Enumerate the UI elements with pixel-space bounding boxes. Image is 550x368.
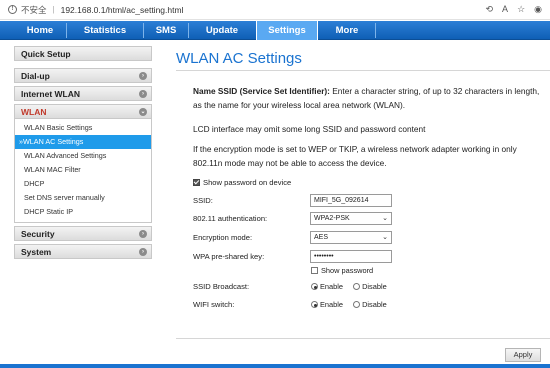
- auth-select[interactable]: WPA2-PSK ⌄: [310, 212, 392, 225]
- radio-unselected-icon: [353, 301, 361, 308]
- ssid-description-heading: Name SSID (Service Set Identifier):: [193, 86, 330, 96]
- chevron-down-icon: ⌄: [382, 215, 388, 222]
- auth-row: 802.11 authentication: WPA2-PSK ⌄: [193, 212, 545, 226]
- sidebar-group-security[interactable]: Security ›: [14, 226, 152, 241]
- tab-divider: [375, 23, 376, 38]
- sidebar-group-internet-wlan[interactable]: Internet WLAN ›: [14, 86, 152, 101]
- wifi-switch-enable[interactable]: Enable: [311, 300, 343, 309]
- sidebar-item-dhcp-static-ip[interactable]: DHCP Static IP: [15, 205, 151, 219]
- checkbox-checked-icon: [193, 179, 200, 186]
- wlan-submenu: WLAN Basic Settings »WLAN AC Settings WL…: [14, 119, 152, 223]
- sidebar-group-dialup[interactable]: Dial-up ›: [14, 68, 152, 83]
- radio-label: Enable: [320, 282, 344, 291]
- security-label: 不安全: [21, 4, 47, 15]
- wifi-switch-disable[interactable]: Disable: [353, 300, 387, 309]
- sidebar-group-label: System: [21, 247, 52, 257]
- encryption-row: Encryption mode: AES ⌄: [193, 231, 545, 245]
- favorite-icon[interactable]: ☆: [517, 4, 525, 15]
- checkbox-label: Show password on device: [203, 178, 292, 187]
- ssid-description: Name SSID (Service Set Identifier): Ente…: [193, 84, 545, 112]
- info-warning-icon: !: [8, 5, 17, 14]
- sidebar-group-label: Internet WLAN: [21, 89, 81, 99]
- chevron-down-icon: ⌄: [382, 234, 388, 241]
- chevron-right-icon: ›: [139, 248, 147, 256]
- security-warning[interactable]: ! 不安全: [8, 4, 47, 16]
- encryption-select[interactable]: AES ⌄: [310, 231, 392, 244]
- radio-selected-icon: [311, 283, 318, 290]
- auth-label: 802.11 authentication:: [193, 214, 268, 223]
- sidebar-group-label: WLAN: [21, 107, 47, 117]
- chevron-down-icon: ⌄: [139, 108, 147, 116]
- auth-selected-value: WPA2-PSK: [314, 215, 350, 222]
- radio-selected-icon: [311, 301, 318, 308]
- show-password-row: Show password: [193, 265, 545, 279]
- ssid-broadcast-label: SSID Broadcast:: [193, 282, 250, 291]
- title-divider: [176, 70, 550, 71]
- sidebar-group-system[interactable]: System ›: [14, 244, 152, 259]
- radio-unselected-icon: [353, 283, 361, 290]
- url-separator: |: [52, 5, 55, 14]
- tab-update[interactable]: Update: [189, 21, 255, 40]
- checkbox-unchecked-icon: [311, 267, 318, 274]
- chevron-right-icon: ›: [139, 72, 147, 80]
- top-navigation: Home Statistics SMS Update Settings More: [0, 21, 550, 40]
- main-content: WLAN AC Settings Name SSID (Service Set …: [165, 40, 550, 368]
- chevron-right-icon: ›: [139, 230, 147, 238]
- read-aloud-icon[interactable]: ⟲: [486, 4, 494, 15]
- bottom-accent-bar: [0, 364, 550, 368]
- sidebar-item-wlan-advanced-settings[interactable]: WLAN Advanced Settings: [15, 149, 151, 163]
- sidebar-group-wlan[interactable]: WLAN ⌄: [14, 104, 152, 119]
- encryption-label: Encryption mode:: [193, 233, 253, 242]
- radio-label: Enable: [320, 300, 344, 309]
- sidebar-item-wlan-mac-filter[interactable]: WLAN MAC Filter: [15, 163, 151, 177]
- browser-address-bar: ! 不安全 | 192.168.0.1/html/ac_setting.html…: [0, 0, 550, 20]
- sidebar-item-quick-setup[interactable]: Quick Setup: [14, 46, 152, 61]
- ssid-broadcast-enable[interactable]: Enable: [311, 282, 343, 291]
- sidebar-group-label: Security: [21, 229, 55, 239]
- tab-sms[interactable]: SMS: [144, 21, 188, 40]
- psk-input[interactable]: ••••••••: [310, 250, 392, 263]
- sidebar: Quick Setup Dial-up › Internet WLAN › WL…: [14, 46, 152, 262]
- ssid-broadcast-row: SSID Broadcast: Enable Disable: [193, 280, 545, 294]
- tab-statistics[interactable]: Statistics: [67, 21, 143, 40]
- ssid-label: SSID:: [193, 196, 213, 205]
- browser-toolbar-icons: ⟲ A ☆ ◉: [486, 4, 543, 15]
- profile-icon[interactable]: ◉: [534, 4, 542, 15]
- sidebar-item-set-dns[interactable]: Set DNS server manually: [15, 191, 151, 205]
- psk-row: WPA pre-shared key: ••••••••: [193, 250, 545, 264]
- radio-label: Disable: [362, 282, 387, 291]
- chevron-right-icon: ›: [139, 90, 147, 98]
- sidebar-item-dhcp[interactable]: DHCP: [15, 177, 151, 191]
- show-password-device-row: Show password on device: [193, 176, 545, 190]
- page-title: WLAN AC Settings: [176, 50, 302, 67]
- url-text[interactable]: 192.168.0.1/html/ac_setting.html: [61, 5, 184, 15]
- tab-settings[interactable]: Settings: [256, 21, 318, 40]
- ssid-row: SSID: MIFI_5G_092614: [193, 194, 545, 208]
- ssid-broadcast-radios: Enable Disable: [311, 282, 395, 291]
- radio-label: Disable: [362, 300, 387, 309]
- sidebar-item-label: WLAN AC Settings: [23, 137, 84, 146]
- footer-divider: [176, 338, 550, 339]
- encryption-warning: If the encryption mode is set to WEP or …: [193, 144, 517, 168]
- lcd-note: LCD interface may omit some long SSID an…: [193, 124, 426, 134]
- wifi-switch-row: WIFI switch: Enable Disable: [193, 298, 545, 312]
- tab-home[interactable]: Home: [14, 21, 66, 40]
- wifi-switch-radios: Enable Disable: [311, 300, 395, 309]
- sidebar-item-wlan-basic-settings[interactable]: WLAN Basic Settings: [15, 121, 151, 135]
- sidebar-group-label: Dial-up: [21, 71, 50, 81]
- ssid-broadcast-disable[interactable]: Disable: [353, 282, 387, 291]
- encryption-selected-value: AES: [314, 234, 329, 241]
- wifi-switch-label: WIFI switch:: [193, 300, 235, 309]
- translate-icon[interactable]: A: [502, 4, 508, 15]
- ssid-input[interactable]: MIFI_5G_092614: [310, 194, 392, 207]
- show-password-device-checkbox[interactable]: Show password on device: [193, 178, 291, 187]
- psk-label: WPA pre-shared key:: [193, 252, 265, 261]
- checkbox-label: Show password: [321, 266, 374, 275]
- tab-more[interactable]: More: [319, 21, 375, 40]
- sidebar-item-wlan-ac-settings[interactable]: »WLAN AC Settings: [15, 135, 151, 149]
- apply-button[interactable]: Apply: [505, 348, 541, 362]
- show-password-checkbox[interactable]: Show password: [311, 266, 373, 275]
